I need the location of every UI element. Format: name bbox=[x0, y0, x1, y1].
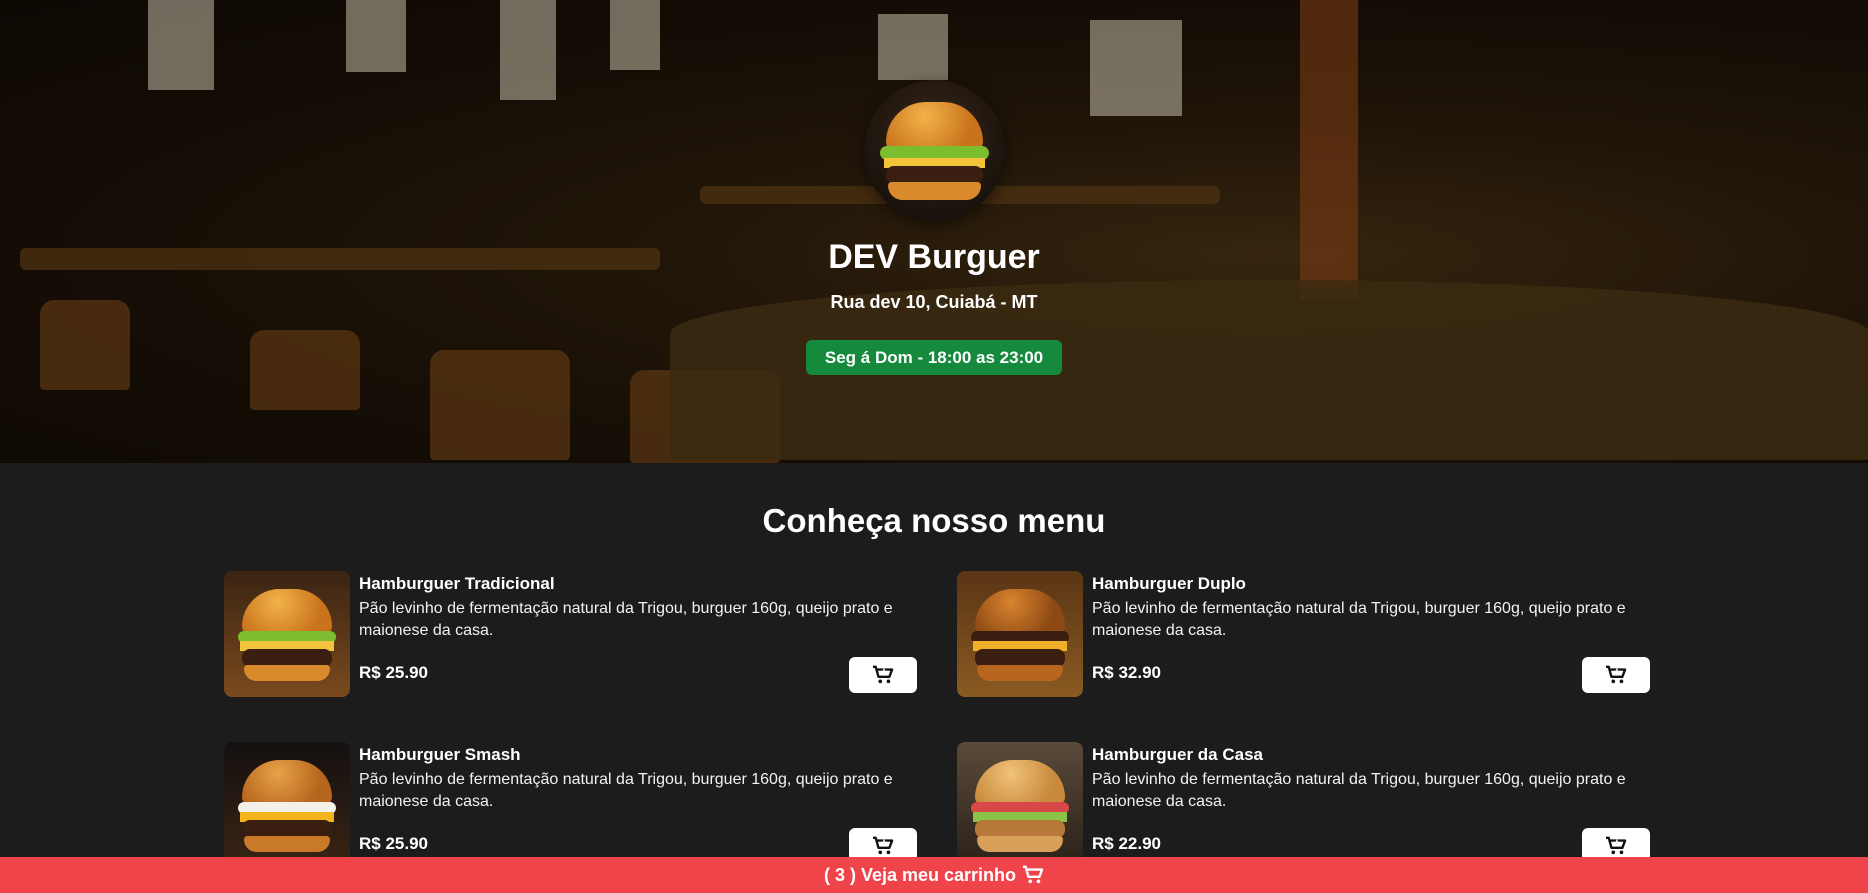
menu-item-description: Pão levinho de fermentação natural da Tr… bbox=[1092, 771, 1626, 810]
cart-icon bbox=[873, 665, 894, 684]
menu-item-duplo: Hamburguer Duplo Pão levinho de fermenta… bbox=[957, 571, 1650, 697]
restaurant-name: DEV Burguer bbox=[828, 238, 1040, 276]
chair bbox=[250, 330, 360, 410]
menu-item-da-casa: Hamburguer da Casa Pão levinho de fermen… bbox=[957, 742, 1650, 868]
add-to-cart-button[interactable] bbox=[849, 657, 917, 693]
wall-poster bbox=[878, 14, 948, 80]
menu-item-smash: Hamburguer Smash Pão levinho de fermenta… bbox=[224, 742, 917, 868]
opening-hours-badge: Seg á Dom - 18:00 as 23:00 bbox=[806, 340, 1062, 375]
menu-item-price: R$ 32.90 bbox=[1092, 663, 1161, 682]
cart-icon bbox=[873, 836, 894, 855]
restaurant-logo bbox=[864, 80, 1005, 221]
menu-title: Conheça nosso menu bbox=[762, 502, 1106, 539]
wall-poster bbox=[148, 0, 214, 90]
wall-poster bbox=[500, 0, 556, 100]
restaurant-address: Rua dev 10, Cuiabá - MT bbox=[830, 292, 1038, 312]
menu-item-description: Pão levinho de fermentação natural da Tr… bbox=[359, 771, 893, 810]
chair bbox=[430, 350, 570, 460]
wall-poster bbox=[346, 0, 406, 72]
burger-image bbox=[957, 742, 1083, 868]
menu-item-price: R$ 25.90 bbox=[359, 834, 428, 853]
menu-item-description: Pão levinho de fermentação natural da Tr… bbox=[359, 600, 893, 639]
add-to-cart-button[interactable] bbox=[1582, 657, 1650, 693]
burger-image bbox=[224, 571, 350, 697]
burger-image bbox=[224, 742, 350, 868]
view-cart-button[interactable]: ( 3 ) Veja meu carrinho bbox=[0, 857, 1868, 893]
chair bbox=[40, 300, 130, 390]
menu-item-price: R$ 25.90 bbox=[359, 663, 428, 682]
menu-item-description: Pão levinho de fermentação natural da Tr… bbox=[1092, 600, 1626, 639]
menu-item-tradicional: Hamburguer Tradicional Pão levinho de fe… bbox=[224, 571, 917, 697]
burger-image bbox=[957, 571, 1083, 697]
cart-icon bbox=[1606, 836, 1627, 855]
menu-item-name: Hamburguer Tradicional bbox=[359, 574, 555, 593]
menu-item-price: R$ 22.90 bbox=[1092, 834, 1161, 853]
cart-icon bbox=[1023, 865, 1044, 884]
menu-item-name: Hamburguer Duplo bbox=[1092, 574, 1246, 593]
cart-icon bbox=[1606, 665, 1627, 684]
wall-poster bbox=[610, 0, 660, 70]
hero-banner: DEV Burguer Rua dev 10, Cuiabá - MT Seg … bbox=[0, 0, 1868, 463]
view-cart-label: ( 3 ) Veja meu carrinho bbox=[823, 864, 1017, 885]
menu-item-name: Hamburguer Smash bbox=[359, 745, 521, 764]
menu-item-name: Hamburguer da Casa bbox=[1092, 745, 1263, 764]
wall-poster bbox=[1090, 20, 1182, 116]
